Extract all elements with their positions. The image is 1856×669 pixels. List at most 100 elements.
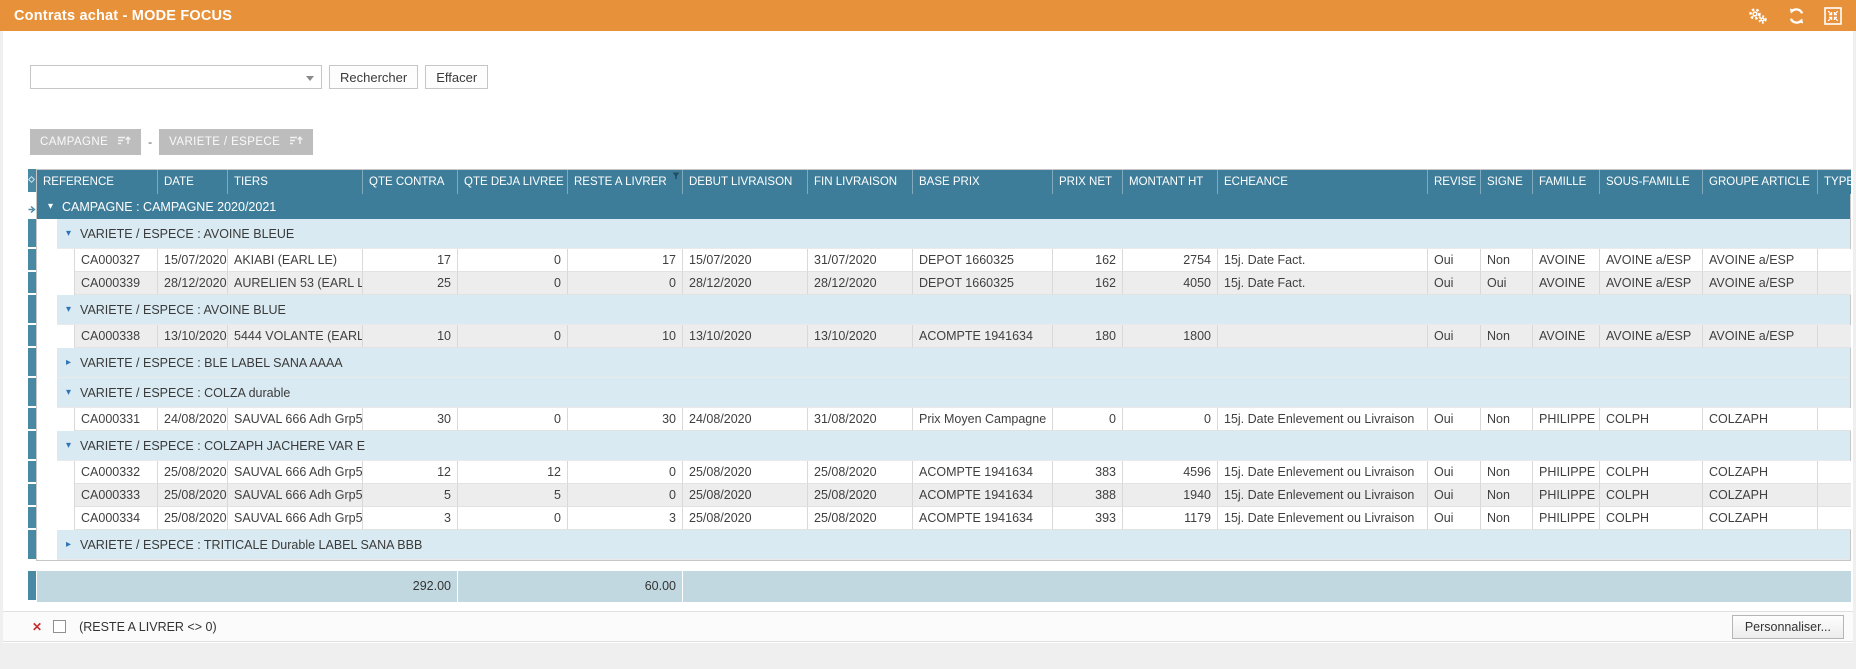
cell-montant_ht: 4050 — [1123, 272, 1218, 295]
cell-fin_livraison: 13/10/2020 — [808, 325, 913, 348]
variete-group-bar[interactable]: ▾ VARIETE / ESPECE : AVOINE BLEUE — [57, 219, 1850, 249]
col-header-base_prix[interactable]: BASE PRIX — [913, 170, 1053, 194]
group-row[interactable]: ▾VARIETE / ESPECE : COLZAPH JACHERE VAR … — [28, 431, 1851, 461]
table-row[interactable]: CA00033325/08/2020SAUVAL 666 Adh Grp5550… — [28, 484, 1851, 507]
personnaliser-button[interactable]: Personnaliser... — [1732, 615, 1844, 639]
col-header-label: TIERS — [234, 176, 268, 188]
group-chip-variete-espece[interactable]: VARIETE / ESPECE — [159, 129, 313, 155]
col-header-sous_famille[interactable]: SOUS-FAMILLE — [1600, 170, 1703, 194]
variete-group-bar[interactable]: ▸ VARIETE / ESPECE : BLE LABEL SANA AAAA — [57, 348, 1850, 378]
group-row[interactable]: ▾VARIETE / ESPECE : AVOINE BLUE — [28, 295, 1851, 325]
col-header-montant_ht[interactable]: MONTANT HT — [1123, 170, 1218, 194]
total-qte_deja_livree — [458, 571, 568, 602]
filter-checkbox[interactable] — [53, 620, 66, 633]
collapse-icon[interactable] — [1824, 7, 1842, 25]
table-row[interactable]: CA00033928/12/2020AURELIEN 53 (EARL LE25… — [28, 272, 1851, 295]
chevron-right-icon[interactable]: ▸ — [66, 358, 71, 368]
col-header-revise[interactable]: REVISE — [1428, 170, 1481, 194]
variete-group-bar[interactable]: ▾VARIETE / ESPECE : COLZAPH JACHERE VAR … — [57, 431, 1850, 461]
cell-prix_net: 383 — [1053, 461, 1123, 484]
col-header-type[interactable]: TYPE — [1818, 170, 1851, 194]
cell-debut_livraison: 25/08/2020 — [683, 507, 808, 530]
variete-group-label: VARIETE / ESPECE : TRITICALE Durable LAB… — [80, 538, 422, 552]
variete-group-label: VARIETE / ESPECE : BLE LABEL SANA AAAA — [80, 356, 343, 370]
group-row[interactable]: ▾ VARIETE / ESPECE : AVOINE BLEUE — [28, 219, 1851, 249]
chevron-down-icon[interactable]: ▾ — [66, 441, 71, 451]
table-row[interactable]: CA00033425/08/2020SAUVAL 666 Adh Grp5303… — [28, 507, 1851, 530]
col-header-qte_deja_livree[interactable]: QTE DEJA LIVREE — [458, 170, 568, 194]
group-chip-campagne[interactable]: CAMPAGNE — [30, 129, 141, 155]
row-indicator — [28, 408, 36, 431]
cell-base_prix: DEPOT 1660325 — [913, 249, 1053, 272]
sort-asc-icon[interactable] — [117, 135, 131, 149]
chevron-down-icon[interactable] — [306, 76, 314, 81]
cell-fin_livraison: 25/08/2020 — [808, 507, 913, 530]
select-all-icon[interactable] — [28, 176, 35, 183]
cell-qte_deja_livree: 5 — [458, 484, 568, 507]
cell-signe: Non — [1481, 408, 1533, 431]
cell-groupe_article: COLZAPH — [1703, 461, 1818, 484]
cell-date: 25/08/2020 — [158, 507, 228, 530]
variete-group-bar[interactable]: ▸ VARIETE / ESPECE : TRITICALE Durable LA… — [57, 530, 1850, 560]
col-header-reference[interactable]: REFERENCE — [37, 170, 158, 194]
cell-montant_ht: 1179 — [1123, 507, 1218, 530]
chevron-right-icon[interactable]: ▸ — [66, 540, 71, 550]
cell-qte_contra: 12 — [363, 461, 458, 484]
campagne-group-label: CAMPAGNE : CAMPAGNE 2020/2021 — [62, 200, 276, 214]
group-row-campagne[interactable]: ▾ CAMPAGNE : CAMPAGNE 2020/2021 — [28, 194, 1851, 219]
cell-debut_livraison: 13/10/2020 — [683, 325, 808, 348]
row-indicator — [28, 431, 36, 461]
col-header-echeance[interactable]: ECHEANCE — [1218, 170, 1428, 194]
variete-group-label: VARIETE / ESPECE : AVOINE BLEUE — [80, 227, 294, 241]
page-title: Contrats achat - MODE FOCUS — [14, 8, 232, 24]
chip-separator: - — [148, 135, 152, 149]
col-header-famille[interactable]: FAMILLE — [1533, 170, 1600, 194]
group-row[interactable]: ▸ VARIETE / ESPECE : TRITICALE Durable LA… — [28, 530, 1851, 561]
table-row[interactable]: CA00033813/10/20205444 VOLANTE (EARL1001… — [28, 325, 1851, 348]
table-row[interactable]: CA00033225/08/2020SAUVAL 666 Adh Grp5121… — [28, 461, 1851, 484]
effacer-button[interactable]: Effacer — [425, 65, 488, 89]
cell-qte_contra: 30 — [363, 408, 458, 431]
chevron-down-icon[interactable]: ▾ — [66, 388, 71, 398]
cell-groupe_article: COLZAPH — [1703, 408, 1818, 431]
chevron-down-icon[interactable]: ▾ — [66, 229, 71, 239]
cell-groupe_article: AVOINE a/ESP — [1703, 272, 1818, 295]
cell-tiers: 5444 VOLANTE (EARL — [228, 325, 363, 348]
table-row[interactable]: CA00032715/07/2020AKIABI (EARL LE)170171… — [28, 249, 1851, 272]
col-header-groupe_article[interactable]: GROUPE ARTICLE — [1703, 170, 1818, 194]
total-fin_livraison — [808, 571, 913, 602]
col-header-label: MONTANT HT — [1129, 176, 1203, 188]
variete-group-bar[interactable]: ▾VARIETE / ESPECE : COLZA durable — [57, 378, 1850, 408]
cell-groupe_article: COLZAPH — [1703, 484, 1818, 507]
col-header-qte_contra[interactable]: QTE CONTRA — [363, 170, 458, 194]
search-combobox[interactable] — [30, 65, 322, 89]
col-header-label: REFERENCE — [43, 176, 114, 188]
group-row[interactable]: ▸ VARIETE / ESPECE : BLE LABEL SANA AAAA — [28, 348, 1851, 378]
row-indicator — [28, 325, 36, 348]
chevron-down-icon[interactable]: ▾ — [66, 305, 71, 315]
variete-group-bar[interactable]: ▾VARIETE / ESPECE : AVOINE BLUE — [57, 295, 1850, 325]
campagne-group-bar[interactable]: ▾ CAMPAGNE : CAMPAGNE 2020/2021 — [37, 194, 1850, 219]
col-header-signe[interactable]: SIGNE — [1481, 170, 1533, 194]
col-header-reste_a_livrer[interactable]: RESTE A LIVRER — [568, 170, 683, 194]
remove-filter-icon[interactable]: ✕ — [32, 620, 42, 634]
cell-qte_contra: 3 — [363, 507, 458, 530]
refresh-icon[interactable] — [1787, 7, 1806, 25]
filter-bar: ✕ (RESTE A LIVRER <> 0) Personnaliser... — [3, 611, 1853, 642]
cell-tiers: AURELIEN 53 (EARL LE — [228, 272, 363, 295]
sort-asc-icon[interactable] — [289, 135, 303, 149]
rechercher-button[interactable]: Rechercher — [329, 65, 418, 89]
col-header-date[interactable]: DATE — [158, 170, 228, 194]
main-panel: Rechercher Effacer CAMPAGNE - VARIETE / … — [3, 31, 1853, 643]
col-header-prix_net[interactable]: PRIX NET — [1053, 170, 1123, 194]
filter-icon[interactable] — [672, 171, 680, 183]
chevron-down-icon[interactable]: ▾ — [48, 202, 53, 212]
gears-icon[interactable] — [1747, 7, 1769, 25]
group-row[interactable]: ▾VARIETE / ESPECE : COLZA durable — [28, 378, 1851, 408]
col-header-fin_livraison[interactable]: FIN LIVRAISON — [808, 170, 913, 194]
col-header-tiers[interactable]: TIERS — [228, 170, 363, 194]
cell-type — [1818, 461, 1851, 484]
cell-reste_a_livrer: 3 — [568, 507, 683, 530]
col-header-debut_livraison[interactable]: DEBUT LIVRAISON — [683, 170, 808, 194]
table-row[interactable]: CA00033124/08/2020SAUVAL 666 Adh Grp5300… — [28, 408, 1851, 431]
